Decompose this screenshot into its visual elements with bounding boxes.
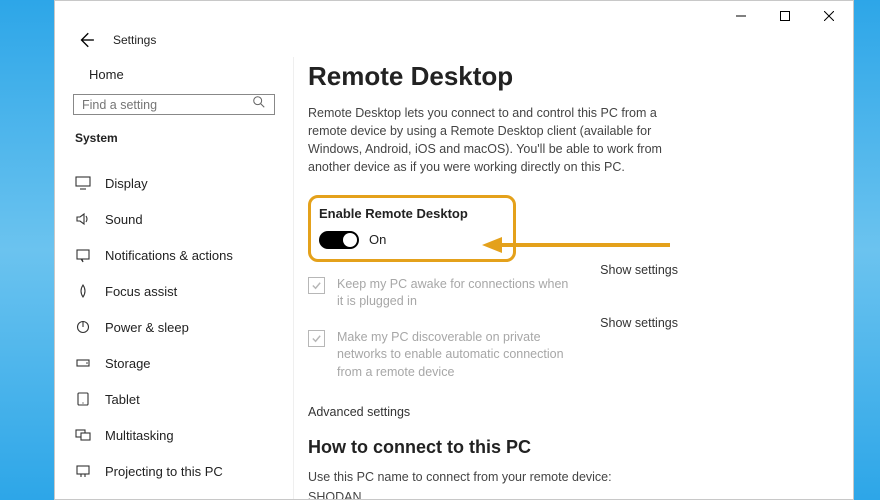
maximize-icon bbox=[780, 11, 790, 21]
tablet-icon bbox=[75, 391, 91, 407]
search-icon bbox=[252, 95, 266, 114]
option-text: Make my PC discoverable on private netwo… bbox=[337, 329, 570, 382]
show-settings-link[interactable]: Show settings bbox=[600, 262, 678, 277]
sound-icon bbox=[75, 211, 91, 227]
main-content: Remote Desktop Remote Desktop lets you c… bbox=[293, 57, 853, 499]
checkbox-keep-awake[interactable] bbox=[308, 277, 325, 294]
highlight-box: Enable Remote Desktop On bbox=[308, 195, 516, 262]
nav-label: Display bbox=[105, 176, 148, 191]
option-row: Keep my PC awake for connections when it… bbox=[308, 262, 678, 315]
advanced-settings-link[interactable]: Advanced settings bbox=[308, 385, 410, 437]
option-keep-awake: Keep my PC awake for connections when it… bbox=[308, 262, 570, 315]
connect-instruction: Use this PC name to connect from your re… bbox=[308, 470, 829, 490]
nav-label: Power & sleep bbox=[105, 320, 189, 335]
toggle-state: On bbox=[369, 232, 386, 247]
close-button[interactable] bbox=[807, 2, 851, 30]
checkbox-discoverable[interactable] bbox=[308, 330, 325, 347]
nav-item-sound[interactable]: Sound bbox=[73, 201, 275, 237]
display-icon bbox=[75, 175, 91, 191]
nav-item-projecting[interactable]: Projecting to this PC bbox=[73, 453, 275, 489]
page-description: Remote Desktop lets you connect to and c… bbox=[308, 104, 678, 195]
search-input[interactable] bbox=[82, 98, 252, 112]
enable-remote-desktop-label: Enable Remote Desktop bbox=[319, 206, 468, 231]
home-label: Home bbox=[89, 67, 124, 82]
enable-remote-desktop-toggle[interactable] bbox=[319, 231, 359, 249]
nav-item-power-sleep[interactable]: Power & sleep bbox=[73, 309, 275, 345]
header-bar: Settings bbox=[55, 31, 853, 57]
app-title: Settings bbox=[113, 33, 156, 47]
nav-label: Tablet bbox=[105, 392, 140, 407]
multitasking-icon bbox=[75, 427, 91, 443]
notifications-icon bbox=[75, 247, 91, 263]
nav-label: Multitasking bbox=[105, 428, 174, 443]
nav-item-notifications[interactable]: Notifications & actions bbox=[73, 237, 275, 273]
sidebar: Home System Display Sound bbox=[55, 57, 293, 499]
nav-item-tablet[interactable]: Tablet bbox=[73, 381, 275, 417]
nav-list: Display Sound Notifications & actions Fo… bbox=[73, 165, 275, 499]
nav-label: Storage bbox=[105, 356, 151, 371]
focus-assist-icon bbox=[75, 283, 91, 299]
storage-icon bbox=[75, 355, 91, 371]
section-heading: System bbox=[73, 127, 275, 159]
power-icon bbox=[75, 319, 91, 335]
titlebar bbox=[55, 1, 853, 31]
minimize-button[interactable] bbox=[719, 2, 763, 30]
nav-item-display[interactable]: Display bbox=[73, 165, 275, 201]
check-icon bbox=[311, 333, 322, 344]
projecting-icon bbox=[75, 463, 91, 479]
settings-window: Settings Home System Display bbox=[54, 0, 854, 500]
how-to-connect-heading: How to connect to this PC bbox=[308, 437, 829, 470]
close-icon bbox=[824, 11, 834, 21]
pc-name: SHODAN bbox=[308, 490, 829, 499]
check-icon bbox=[311, 280, 322, 291]
back-arrow-icon bbox=[77, 31, 95, 49]
nav-label: Sound bbox=[105, 212, 143, 227]
home-link[interactable]: Home bbox=[73, 61, 275, 94]
maximize-button[interactable] bbox=[763, 2, 807, 30]
option-discoverable: Make my PC discoverable on private netwo… bbox=[308, 315, 570, 386]
back-button[interactable] bbox=[77, 31, 95, 49]
show-settings-link[interactable]: Show settings bbox=[600, 315, 678, 330]
minimize-icon bbox=[736, 11, 746, 21]
page-title: Remote Desktop bbox=[308, 57, 829, 104]
nav-item-focus-assist[interactable]: Focus assist bbox=[73, 273, 275, 309]
toggle-row: On bbox=[319, 231, 468, 249]
option-text: Keep my PC awake for connections when it… bbox=[337, 276, 570, 311]
nav-item-multitasking[interactable]: Multitasking bbox=[73, 417, 275, 453]
nav-item-shared-experiences[interactable]: Shared experiences bbox=[73, 489, 275, 499]
option-row: Make my PC discoverable on private netwo… bbox=[308, 315, 678, 386]
nav-label: Notifications & actions bbox=[105, 248, 233, 263]
nav-item-storage[interactable]: Storage bbox=[73, 345, 275, 381]
nav-label: Projecting to this PC bbox=[105, 464, 223, 479]
window-body: Home System Display Sound bbox=[55, 57, 853, 499]
search-box[interactable] bbox=[73, 94, 275, 115]
nav-label: Focus assist bbox=[105, 284, 177, 299]
